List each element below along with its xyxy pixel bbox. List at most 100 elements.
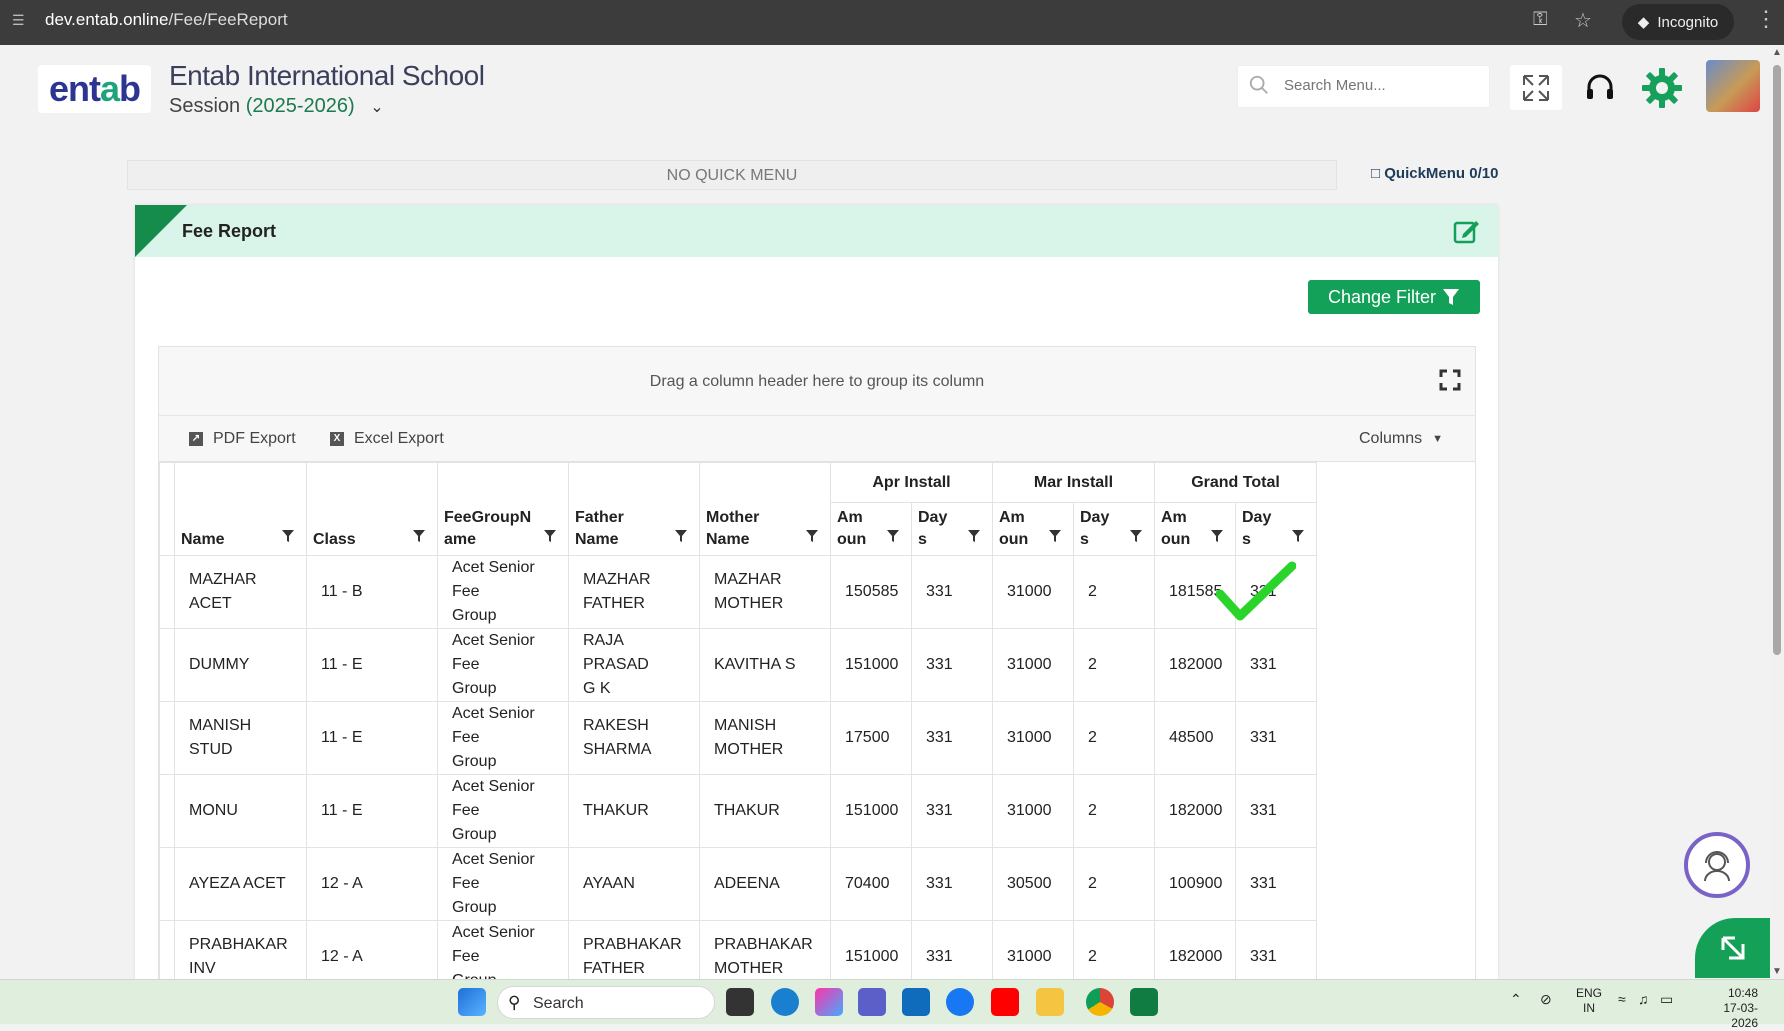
cell-mar_amt: 31000 [992, 920, 1074, 979]
col-header-name[interactable]: Name [174, 462, 307, 556]
col-header-mar-days[interactable]: Day s [1073, 502, 1155, 556]
cell-name-line: INV [189, 960, 216, 977]
search-menu-input[interactable] [1282, 76, 1472, 95]
fullscreen-button[interactable] [1510, 65, 1562, 110]
wifi-icon[interactable]: ≈ [1618, 992, 1626, 1007]
filter-icon[interactable] [675, 530, 687, 542]
notification-off-icon[interactable]: ⊘ [1540, 992, 1552, 1007]
col-header-apr-days[interactable]: Day s [911, 502, 993, 556]
col-header-mother[interactable]: Mother Name [699, 462, 831, 556]
settings-button[interactable] [1636, 65, 1688, 110]
col-header-mar-amount[interactable]: Am oun [992, 502, 1074, 556]
cell-gt_amt-value: 182000 [1169, 802, 1223, 819]
edge-icon[interactable] [771, 988, 799, 1016]
cell-apr_amt: 70400 [830, 847, 912, 921]
col-header-apr-amount[interactable]: Am oun [830, 502, 912, 556]
cell-apr_amt-value: 70400 [845, 875, 890, 892]
youtube-icon[interactable] [991, 988, 1019, 1016]
search-menu-box[interactable] [1237, 65, 1490, 108]
cell-mother: ADEENA [699, 847, 831, 921]
address-bar[interactable]: dev.entab.online/Fee/FeeReport [45, 10, 288, 30]
columns-button[interactable]: Columns ▼ [1359, 430, 1443, 448]
cell-mar_days-value: 2 [1088, 583, 1097, 600]
file-explorer-icon[interactable] [1036, 988, 1064, 1016]
entab-logo[interactable]: ent a b [38, 65, 151, 113]
group-drop-area[interactable]: Drag a column header here to group its c… [159, 347, 1475, 416]
cell-fee-line: Acet Senior Fee [452, 632, 535, 673]
volume-icon[interactable]: ♫ [1638, 992, 1649, 1007]
col-header-father[interactable]: Father Name [568, 462, 700, 556]
filter-icon[interactable] [806, 530, 818, 542]
cell-apr_days-value: 331 [926, 729, 953, 746]
chrome-icon[interactable] [1086, 988, 1114, 1016]
filter-icon[interactable] [282, 530, 294, 542]
cell-mother-line: MOTHER [714, 960, 784, 977]
cell-mother-line: PRABHAKAR [714, 936, 813, 953]
col-header-feegroup[interactable]: FeeGroupN ame [437, 462, 569, 556]
windows-start-icon[interactable] [458, 988, 486, 1016]
table-row[interactable]: DUMMY 11 - E Acet Senior Fee Group RAJA PRAS… [159, 628, 1317, 702]
clock[interactable]: 10:48 17-03-2026 [1702, 986, 1758, 1031]
filter-icon[interactable] [1049, 530, 1061, 542]
table-row[interactable]: MAZHAR ACET 11 - B Acet Senior Fee Group MAZ… [159, 555, 1317, 629]
days-label-1: Day [1242, 509, 1272, 526]
pdf-export-button[interactable]: ↗ PDF Export [189, 430, 296, 448]
col-header-total-amount[interactable]: Am oun [1154, 502, 1236, 556]
filter-icon[interactable] [413, 530, 425, 542]
excel-export-button[interactable]: X Excel Export [330, 430, 444, 448]
incognito-badge[interactable]: ◆ Incognito [1622, 4, 1734, 40]
scroll-down-arrow-icon[interactable]: ▼ [1772, 966, 1782, 977]
logo-text-1: ent [48, 68, 101, 109]
outlook-icon[interactable] [902, 988, 930, 1016]
copilot-icon[interactable] [815, 988, 843, 1016]
facebook-icon[interactable] [946, 988, 974, 1016]
col-header-total-days[interactable]: Day s [1235, 502, 1317, 556]
cell-apr_amt-value: 17500 [845, 729, 890, 746]
table-row[interactable]: MONU 11 - E Acet Senior Fee Group THAKUR THAK… [159, 774, 1317, 848]
cell-mar_days: 2 [1073, 628, 1155, 702]
filter-icon[interactable] [968, 530, 980, 542]
tray-chevron-up-icon[interactable]: ⌃ [1510, 992, 1522, 1007]
quickmenu-link[interactable]: □ QuickMenu 0/10 [1371, 165, 1498, 182]
key-icon[interactable]: ⚿ [1533, 9, 1547, 31]
cell-mar_days-value: 2 [1088, 875, 1097, 892]
scroll-up-arrow-icon[interactable]: ▲ [1772, 47, 1782, 58]
filter-icon[interactable] [1292, 530, 1304, 542]
filter-icon[interactable] [1130, 530, 1142, 542]
taskbar-search-label: Search [533, 995, 584, 1012]
filter-icon[interactable] [1211, 530, 1223, 542]
task-view-icon[interactable] [726, 988, 754, 1016]
cell-gt_days-value: 331 [1250, 729, 1277, 746]
cell-mother: THAKUR [699, 774, 831, 848]
corner-expand-button[interactable] [1695, 918, 1770, 978]
change-filter-button[interactable]: Change Filter [1308, 280, 1480, 314]
excel-app-icon[interactable] [1130, 988, 1158, 1016]
teams-icon[interactable] [858, 988, 886, 1016]
site-settings-icon[interactable]: ☰ [12, 12, 32, 32]
user-avatar[interactable] [1706, 60, 1760, 112]
cell-class: 11 - B [306, 555, 438, 629]
language-indicator[interactable]: ENG IN [1576, 986, 1602, 1016]
star-icon[interactable]: ☆ [1574, 8, 1592, 33]
filter-icon[interactable] [887, 530, 899, 542]
cell-father-line: PRABHAKAR [583, 936, 682, 953]
session-selector[interactable]: Session (2025-2026) ⌄ [169, 95, 384, 118]
filter-icon[interactable] [544, 530, 556, 542]
table-row[interactable]: AYEZA ACET 12 - A Acet Senior Fee Group AYAA… [159, 847, 1317, 921]
chat-support-button[interactable] [1684, 832, 1750, 898]
cell-mother-line: ADEENA [714, 875, 780, 892]
page-scrollbar[interactable]: ▲ ▼ [1770, 45, 1784, 979]
col-header-class[interactable]: Class [306, 462, 438, 556]
battery-icon[interactable]: ▭ [1660, 992, 1673, 1007]
grid-fullscreen-icon[interactable] [1439, 369, 1461, 391]
table-row[interactable]: PRABHAKAR INV 12 - A Acet Senior Fee Group PR… [159, 920, 1317, 979]
cell-fee: Acet Senior Fee Group [437, 628, 569, 702]
browser-menu-icon[interactable]: ⋮ [1755, 6, 1777, 32]
table-row[interactable]: MANISH STUD 11 - E Acet Senior Fee Group RAK… [159, 701, 1317, 775]
taskbar-search[interactable]: ⚲ Search [497, 986, 715, 1019]
support-button[interactable] [1574, 65, 1626, 110]
scrollbar-thumb[interactable] [1773, 65, 1781, 655]
cell-gt_days: 331 [1235, 628, 1317, 702]
edit-icon[interactable] [1452, 217, 1480, 245]
days-label-2: s [1242, 531, 1251, 548]
